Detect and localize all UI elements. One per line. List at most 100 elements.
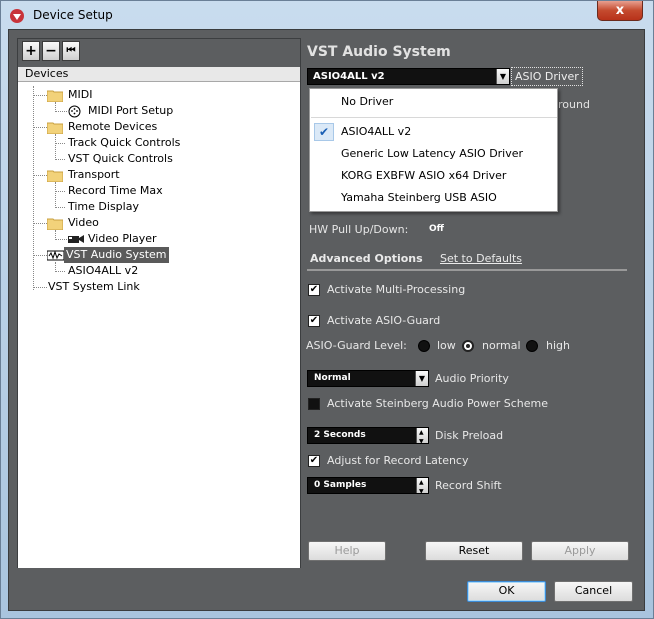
close-icon: x	[615, 3, 625, 18]
power-scheme-checkbox[interactable]	[308, 398, 320, 410]
reset-button[interactable]: Reset	[425, 541, 523, 561]
record-shift-stepper[interactable]: 0 Samples	[307, 475, 429, 499]
minus-icon: −	[45, 43, 57, 59]
add-device-button[interactable]: +	[22, 41, 40, 61]
folder-icon	[47, 90, 63, 102]
disk-preload-stepper[interactable]: 2 Seconds	[307, 425, 429, 449]
tree-guide	[33, 86, 34, 290]
ok-button[interactable]: OK	[467, 581, 546, 602]
tree-item-vst-quick-controls[interactable]: VST Quick Controls	[66, 151, 175, 167]
page-title: VST Audio System	[307, 44, 451, 60]
folder-icon	[47, 218, 63, 230]
tab-advanced-options[interactable]: Advanced Options	[310, 252, 423, 265]
audio-system-icon	[47, 250, 64, 261]
tree-guide	[55, 111, 67, 112]
guard-level-low-label: low	[437, 339, 456, 352]
tree-guide	[55, 182, 56, 208]
tree-item-vst-system-link[interactable]: VST System Link	[46, 279, 142, 295]
checkmark-icon: ✔	[314, 123, 334, 141]
asio-driver-label: ASIO Driver	[511, 67, 583, 86]
guard-level-high-label: high	[546, 339, 570, 352]
hw-pull-label: HW Pull Up/Down:	[309, 223, 409, 236]
tree-guide	[55, 159, 65, 160]
tree-item-remote-devices[interactable]: Remote Devices	[66, 119, 159, 135]
dropdown-item-yamaha-steinberg[interactable]: Yamaha Steinberg USB ASIO	[311, 187, 557, 209]
disk-preload-value: 2 Seconds	[314, 430, 366, 440]
tree-item-video[interactable]: Video	[66, 215, 101, 231]
skip-back-icon: ⏮	[66, 45, 76, 56]
chevron-down-icon[interactable]: ▼	[496, 69, 509, 84]
record-shift-label: Record Shift	[435, 479, 502, 492]
tree-item-record-time-max[interactable]: Record Time Max	[66, 183, 165, 199]
tree-guide	[33, 95, 47, 96]
cubase-app-icon	[10, 9, 24, 23]
cancel-button[interactable]: Cancel	[554, 581, 633, 602]
tree-guide	[33, 223, 47, 224]
tree-item-video-player[interactable]: Video Player	[86, 231, 159, 247]
guard-level-normal-label: normal	[482, 339, 521, 352]
obscured-option-label: round	[558, 98, 590, 111]
dropdown-item-korg-exbfw[interactable]: KORG EXBFW ASIO x64 Driver	[311, 165, 557, 187]
disk-preload-label: Disk Preload	[435, 429, 504, 442]
tree-guide	[33, 175, 47, 176]
tree-item-asio4all[interactable]: ASIO4ALL v2	[66, 263, 140, 279]
asio-guard-checkbox[interactable]: ✔	[308, 315, 320, 327]
record-latency-checkbox[interactable]: ✔	[308, 455, 320, 467]
tree-guide	[55, 143, 65, 144]
tree-item-midi[interactable]: MIDI	[66, 87, 94, 103]
record-shift-value: 0 Samples	[314, 480, 367, 490]
tree-guide	[33, 255, 47, 256]
tree-guide	[55, 134, 56, 160]
reset-device-button[interactable]: ⏮	[62, 41, 80, 61]
tree-guide	[55, 271, 65, 272]
spinner-icon[interactable]	[416, 425, 428, 449]
apply-button[interactable]: Apply	[531, 541, 629, 561]
spinner-icon[interactable]	[416, 475, 428, 499]
dropdown-item-label: Yamaha Steinberg USB ASIO	[341, 191, 497, 204]
dropdown-item-label: No Driver	[341, 95, 394, 108]
guard-level-low-radio[interactable]	[418, 340, 430, 352]
tree-guide	[33, 127, 47, 128]
tree-item-vst-audio-system[interactable]: VST Audio System	[64, 247, 169, 263]
tree-guide	[55, 239, 67, 240]
dropdown-separator	[311, 117, 557, 118]
settings-panel: VST Audio System ASIO4ALL v2 ▼ ASIO Driv…	[301, 38, 637, 568]
record-latency-label: Adjust for Record Latency	[327, 454, 469, 467]
power-scheme-label: Activate Steinberg Audio Power Scheme	[327, 397, 548, 410]
tree-guide	[33, 287, 47, 288]
audio-priority-label: Audio Priority	[435, 372, 509, 385]
dropdown-item-asio4all[interactable]: ✔ ASIO4ALL v2	[311, 121, 557, 143]
tree-guide	[55, 207, 65, 208]
dropdown-item-label: Generic Low Latency ASIO Driver	[341, 147, 524, 160]
audio-priority-select[interactable]: Normal ▼	[307, 370, 429, 387]
tree-item-time-display[interactable]: Time Display	[66, 199, 141, 215]
devices-panel: + − ⏮ Devices MIDI MIDI Port Setup Remot…	[17, 38, 301, 568]
set-to-defaults-link[interactable]: Set to Defaults	[440, 252, 522, 265]
chevron-down-icon[interactable]: ▼	[415, 371, 428, 386]
multi-processing-label: Activate Multi-Processing	[327, 283, 466, 296]
guard-level-high-radio[interactable]	[526, 340, 538, 352]
devices-header: Devices	[18, 67, 300, 82]
help-button[interactable]: Help	[308, 541, 386, 561]
tree-item-midi-port-setup[interactable]: MIDI Port Setup	[86, 103, 175, 119]
folder-icon	[47, 122, 63, 134]
guard-level-normal-radio[interactable]	[462, 340, 474, 352]
video-icon	[68, 235, 84, 243]
dropdown-item-label: ASIO4ALL v2	[341, 125, 412, 138]
dropdown-item-no-driver[interactable]: No Driver	[311, 91, 557, 113]
multi-processing-checkbox[interactable]: ✔	[308, 284, 320, 296]
devices-toolbar: + − ⏮	[18, 39, 300, 67]
midi-port-icon	[68, 105, 81, 118]
asio-driver-select[interactable]: ASIO4ALL v2 ▼	[307, 68, 510, 85]
title-bar[interactable]: Device Setup x	[1, 1, 653, 29]
remove-device-button[interactable]: −	[42, 41, 60, 61]
folder-icon	[47, 170, 63, 182]
tab-divider	[307, 269, 627, 271]
tree-item-track-quick-controls[interactable]: Track Quick Controls	[66, 135, 182, 151]
close-button[interactable]: x	[597, 1, 643, 21]
hw-pull-value[interactable]: Off	[429, 224, 444, 234]
tree-guide	[55, 191, 65, 192]
tree-item-transport[interactable]: Transport	[66, 167, 122, 183]
dropdown-item-generic-low-latency[interactable]: Generic Low Latency ASIO Driver	[311, 143, 557, 165]
dropdown-item-label: KORG EXBFW ASIO x64 Driver	[341, 169, 507, 182]
